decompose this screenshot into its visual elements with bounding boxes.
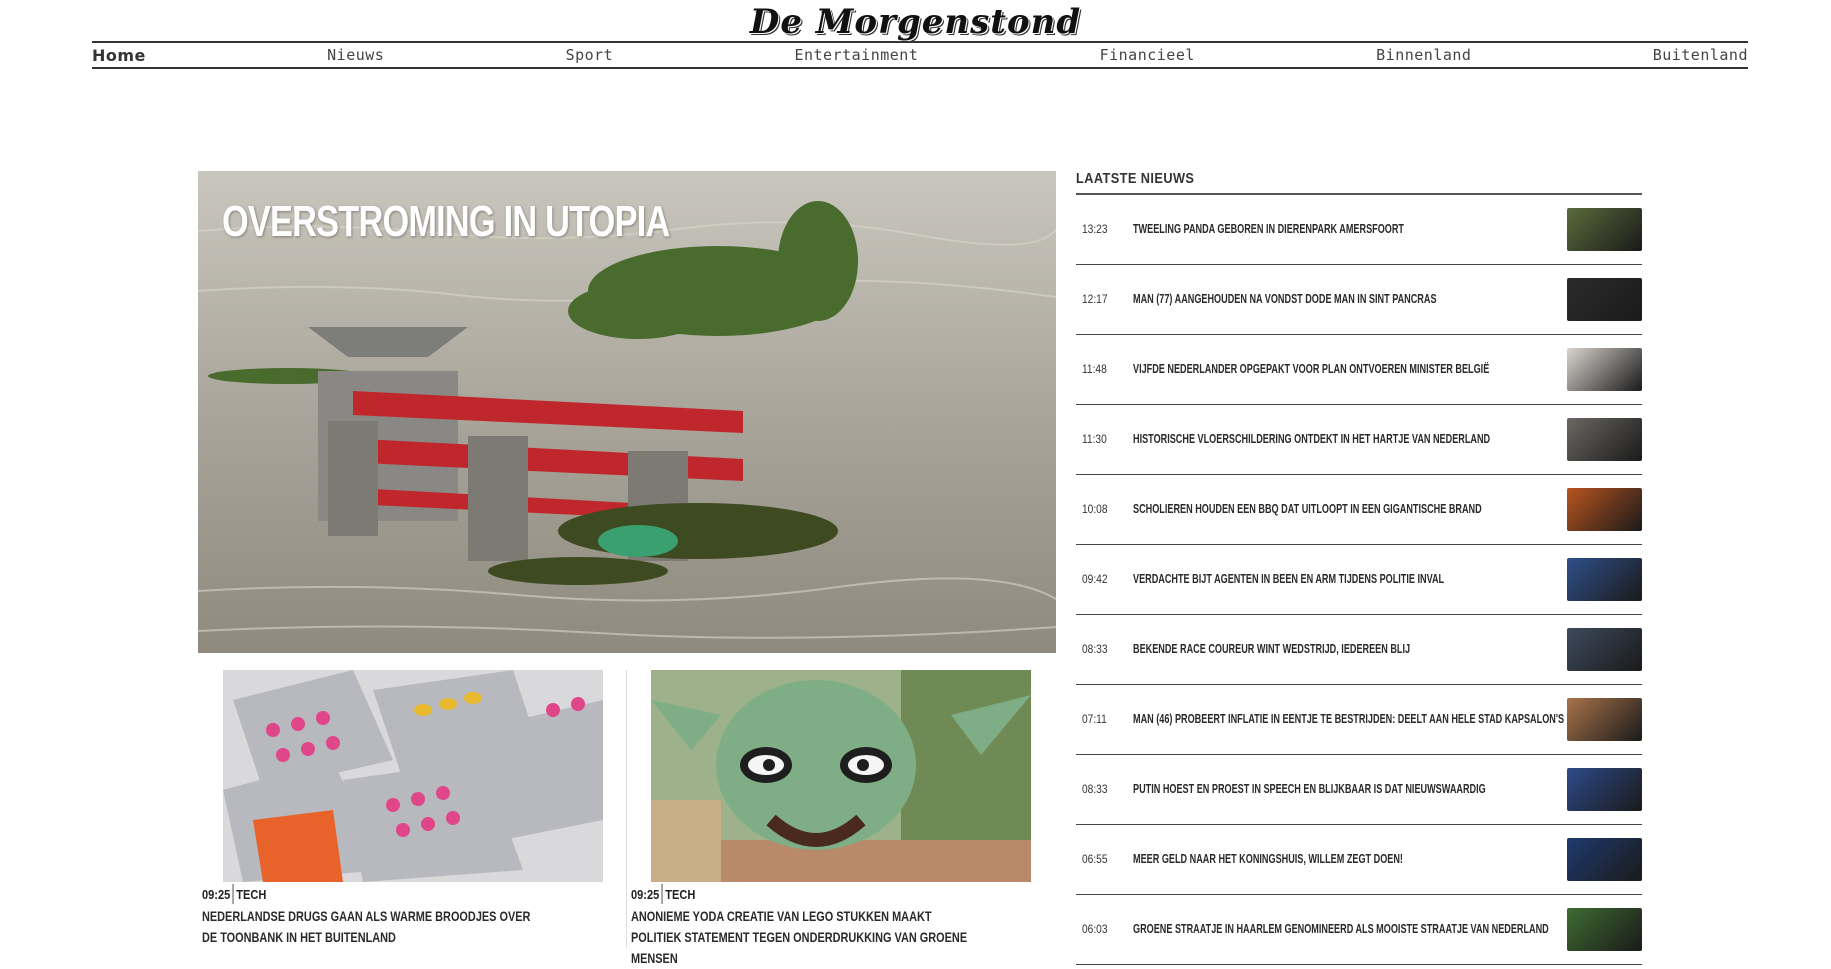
news-list-item[interactable]: 06:03 Groene straatje in Haarlem genomine… [1076, 895, 1642, 965]
news-list-item[interactable]: 13:23 Tweeling panda geboren in dierenpar… [1076, 195, 1642, 265]
news-time: 08:33 [1082, 782, 1108, 796]
news-time: 13:23 [1082, 222, 1108, 236]
news-list: 13:23 Tweeling panda geboren in dierenpar… [1076, 195, 1642, 965]
fire-thumb[interactable] [1567, 488, 1642, 531]
news-list-item[interactable]: 06:55 Meer geld naar het koningshuis, Wil… [1076, 825, 1642, 895]
nav-item-nieuws[interactable]: Nieuws [327, 46, 384, 64]
panda-thumb[interactable] [1567, 208, 1642, 251]
handcuffs-thumb[interactable] [1567, 348, 1642, 391]
card-category[interactable]: TECH [236, 887, 266, 902]
floor-sign-thumb[interactable] [1567, 418, 1642, 461]
news-list-item[interactable]: 07:11 Man (46) probeert inflatie in eentj… [1076, 685, 1642, 755]
news-title[interactable]: Meer geld naar het koningshuis, Willem z… [1133, 851, 1469, 866]
nav-item-home[interactable]: Home [92, 46, 146, 65]
news-list-item[interactable]: 08:33 Bekende race coureur wint wedstrijd… [1076, 615, 1642, 685]
green-street-thumb[interactable] [1567, 908, 1642, 951]
nav-item-sport[interactable]: Sport [566, 46, 614, 64]
news-list-item[interactable]: 11:30 Historische vloerschildering ontdek… [1076, 405, 1642, 475]
news-time: 07:11 [1082, 712, 1107, 726]
latest-news-sidebar: LAATSTE NIEUWS 13:23 Tweeling panda gebor… [1076, 170, 1642, 965]
nav-item-buitenland[interactable]: Buitenland [1653, 46, 1748, 64]
news-time: 11:48 [1082, 362, 1107, 376]
card-meta-divider [232, 884, 234, 904]
card-meta: 09:25 TECH [631, 883, 695, 905]
news-list-item[interactable]: 09:42 Verdachte bijt agenten in been en a… [1076, 545, 1642, 615]
sidebar-heading: LAATSTE NIEUWS [1076, 170, 1195, 187]
site-logo[interactable]: De Morgenstond [750, 2, 1081, 42]
lego-yoda-photo [651, 670, 1031, 882]
main-nav: Home Nieuws Sport Entertainment Financie… [92, 41, 1748, 69]
news-title[interactable]: Scholieren houden een BBQ dat uitloopt i… [1133, 501, 1482, 516]
race-car-thumb[interactable] [1567, 628, 1642, 671]
masthead: De Morgenstond [0, 0, 1831, 42]
dark-alley-thumb[interactable] [1567, 278, 1642, 321]
news-time: 09:42 [1082, 572, 1108, 586]
card-title[interactable]: Nederlandse drugs gaan als warme broodje… [202, 906, 545, 948]
news-time: 10:08 [1082, 502, 1108, 516]
nav-item-financieel[interactable]: Financieel [1100, 46, 1195, 64]
card-time: 09:25 [631, 886, 660, 902]
news-list-item[interactable]: 10:08 Scholieren houden een BBQ dat uitlo… [1076, 475, 1642, 545]
putin-speech-thumb[interactable] [1567, 768, 1642, 811]
news-title[interactable]: Vijfde Nederlander opgepakt voor plan on… [1133, 361, 1489, 376]
card-meta: 09:25 TECH [202, 883, 266, 905]
article-card[interactable]: 09:25 TECH Nederlandse drugs gaan als wa… [198, 670, 618, 953]
news-time: 06:55 [1082, 852, 1108, 866]
news-title[interactable]: Bekende race coureur wint wedstrijd, ied… [1133, 641, 1469, 656]
news-title[interactable]: Tweeling panda geboren in dierenpark Ame… [1133, 221, 1469, 236]
news-list-item[interactable]: 08:33 Putin hoest en proest in speech en … [1076, 755, 1642, 825]
card-time: 09:25 [202, 886, 231, 902]
news-title[interactable]: Historische vloerschildering ontdekt in … [1133, 431, 1490, 446]
news-title[interactable]: Groene straatje in Haarlem genomineerd a… [1133, 921, 1549, 936]
nav-item-entertainment[interactable]: Entertainment [794, 46, 918, 64]
hero-title[interactable]: OVERSTROMING IN UTOPIA [222, 197, 670, 247]
card-meta-divider [661, 884, 663, 904]
hero-article[interactable]: OVERSTROMING IN UTOPIA [198, 171, 1056, 653]
nav-item-binnenland[interactable]: Binnenland [1376, 46, 1471, 64]
news-time: 12:17 [1082, 292, 1108, 306]
news-title[interactable]: Putin hoest en proest in speech en blijk… [1133, 781, 1486, 796]
news-list-item[interactable]: 11:48 Vijfde Nederlander opgepakt voor pl… [1076, 335, 1642, 405]
card-category[interactable]: TECH [665, 887, 695, 902]
news-title[interactable]: Man (46) probeert inflatie in eentje te … [1133, 711, 1581, 726]
card-title[interactable]: Anonieme Yoda creatie van lego stukken m… [631, 906, 974, 969]
pill-blister-packs-photo [223, 670, 603, 882]
kapsalon-thumb[interactable] [1567, 698, 1642, 741]
king-thumb[interactable] [1567, 838, 1642, 881]
news-time: 08:33 [1082, 642, 1108, 656]
news-list-item[interactable]: 12:17 Man (77) aangehouden na vondst dode… [1076, 265, 1642, 335]
news-title[interactable]: Verdachte bijt agenten in been en arm ti… [1133, 571, 1469, 586]
article-card[interactable]: 09:25 TECH Anonieme Yoda creatie van leg… [627, 670, 1047, 966]
news-time: 11:30 [1082, 432, 1107, 446]
police-thumb[interactable] [1567, 558, 1642, 601]
news-title[interactable]: Man (77) aangehouden na vondst dode man … [1133, 291, 1469, 306]
news-time: 06:03 [1082, 922, 1108, 936]
